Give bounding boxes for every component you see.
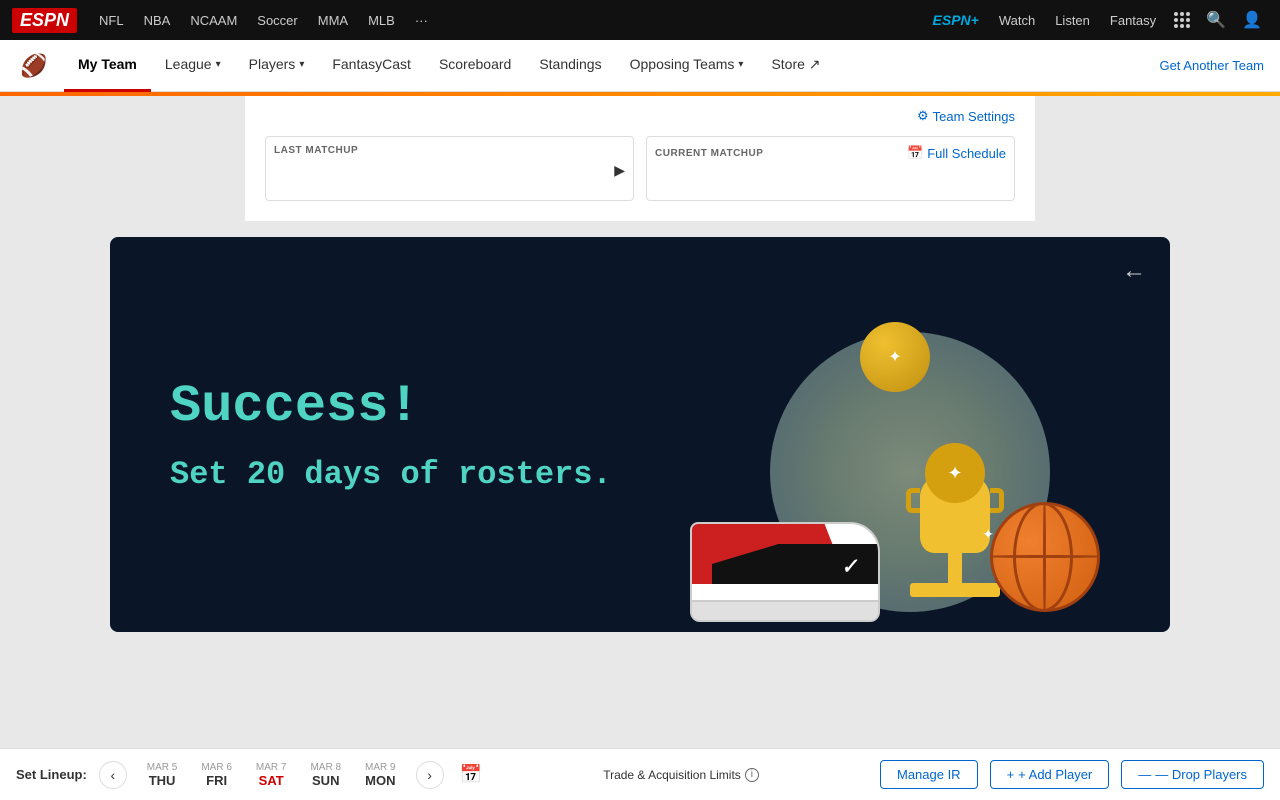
last-matchup-label: LAST MATCHUP [274,145,625,156]
trophy-base [910,583,1000,597]
listen-link[interactable]: Listen [1047,13,1098,28]
current-matchup-label: CURRENT MATCHUP [655,148,763,159]
sec-nav-league[interactable]: League ▾ [151,40,235,92]
full-schedule-link[interactable]: 📅 Full Schedule [907,145,1006,161]
team-logo-icon: 🏈 [16,48,52,84]
search-icon[interactable]: 🔍 [1200,10,1232,30]
last-matchup-box: LAST MATCHUP ▶ [265,136,634,201]
lineup-prev-button[interactable]: ‹ [99,761,127,789]
espn-logo[interactable]: ESPN [12,8,77,33]
top-nav-links: NFL NBA NCAAM Soccer MMA MLB ··· [89,0,929,40]
date-day-fri: FRI [206,773,227,788]
calendar-picker-icon[interactable]: 📅 [460,764,482,785]
sneaker-sole [692,600,878,620]
trophy-handle-left [906,488,920,513]
nav-nba[interactable]: NBA [134,0,181,40]
trophy-illustration [910,473,1000,602]
lineup-date-mon[interactable]: MAR 9 MON [357,760,404,790]
manage-ir-button[interactable]: Manage IR [880,760,978,789]
lineup-bar: Set Lineup: ‹ MAR 5 THU MAR 6 FRI MAR 7 … [0,748,1280,800]
date-day-sun: SUN [312,773,339,788]
lineup-dates: MAR 5 THU MAR 6 FRI MAR 7 SAT MAR 8 SUN … [139,760,404,790]
sneaker-illustration: ✓ [690,482,880,622]
lineup-date-thu[interactable]: MAR 5 THU [139,760,186,790]
nav-mma[interactable]: MMA [308,0,358,40]
get-another-team-link[interactable]: Get Another Team [1159,58,1264,73]
info-icon[interactable]: i [745,768,759,782]
nav-nfl[interactable]: NFL [89,0,134,40]
team-card: ⚙ Team Settings LAST MATCHUP ▶ CURRENT M… [245,96,1035,221]
sec-nav-standings[interactable]: Standings [525,40,615,92]
sec-nav-players[interactable]: Players ▾ [235,40,319,92]
basketball-curve [1013,502,1073,612]
lineup-bar-center: Trade & Acquisition Limits i [494,768,868,782]
gear-icon: ⚙ [917,108,929,124]
top-nav-right: ESPN+ Watch Listen Fantasy 🔍 👤 [933,10,1268,30]
watch-link[interactable]: Watch [991,13,1043,28]
current-matchup-box: CURRENT MATCHUP 📅 Full Schedule [646,136,1015,201]
date-month-sun: MAR 8 [310,762,341,773]
success-banner: Success! Set 20 days of rosters. ← [110,237,1170,632]
sec-nav-opposing-teams[interactable]: Opposing Teams ▾ [616,40,758,92]
success-text-area: Success! Set 20 days of rosters. [170,377,612,493]
basketball-illustration [990,502,1100,612]
small-trophy-ball [860,322,930,392]
sneaker-body: ✓ [690,522,880,622]
lineup-nav: ‹ [99,761,127,789]
success-title: Success! [170,377,612,436]
swoosh-icon: ✓ [840,553,859,579]
lineup-date-fri[interactable]: MAR 6 FRI [193,760,240,790]
main-content: ⚙ Team Settings LAST MATCHUP ▶ CURRENT M… [0,96,1280,632]
secondary-nav: 🏈 My Team League ▾ Players ▾ FantasyCast… [0,40,1280,92]
minus-icon: — [1138,767,1151,782]
nav-mlb[interactable]: MLB [358,0,405,40]
set-lineup-label: Set Lineup: [16,767,87,782]
date-day-sat: SAT [259,773,284,788]
user-icon[interactable]: 👤 [1236,10,1268,30]
trophy-handle-right [990,488,1004,513]
matchup-section: LAST MATCHUP ▶ CURRENT MATCHUP 📅 Full Sc… [265,136,1015,201]
chevron-down-icon: ▾ [299,59,304,70]
trophy-cup [920,473,990,553]
trophy-stem [948,553,962,583]
chevron-down-icon: ▾ [216,59,221,70]
chevron-down-icon: ▾ [738,59,743,70]
success-illustration: ✓ [670,292,1130,632]
lineup-nav-right: › [416,761,444,789]
sec-nav-scoreboard[interactable]: Scoreboard [425,40,525,92]
page-wrapper: ESPN NFL NBA NCAAM Soccer MMA MLB ··· ES… [0,0,1280,708]
success-subtitle: Set 20 days of rosters. [170,456,612,493]
top-nav: ESPN NFL NBA NCAAM Soccer MMA MLB ··· ES… [0,0,1280,40]
espn-plus[interactable]: ESPN+ [933,12,979,28]
fantasy-link[interactable]: Fantasy [1102,13,1164,28]
calendar-icon: 📅 [907,145,923,161]
date-month-thu: MAR 5 [147,762,178,773]
date-day-thu: THU [149,773,176,788]
trophy-handles [906,483,1004,523]
date-month-fri: MAR 6 [201,762,232,773]
date-month-mon: MAR 9 [365,762,396,773]
nav-soccer[interactable]: Soccer [247,0,307,40]
lineup-date-sat[interactable]: MAR 7 SAT [248,760,295,790]
grid-icon[interactable] [1174,12,1190,28]
team-settings-row: ⚙ Team Settings [265,108,1015,124]
lineup-next-button[interactable]: › [416,761,444,789]
date-month-sat: MAR 7 [256,762,287,773]
add-player-button[interactable]: + + Add Player [990,760,1110,789]
drop-players-button[interactable]: — — Drop Players [1121,760,1264,789]
sec-nav-fantasycast[interactable]: FantasyCast [318,40,425,92]
matchup-arrow: ▶ [274,162,625,179]
nav-ncaam[interactable]: NCAAM [180,0,247,40]
sec-nav-links: My Team League ▾ Players ▾ FantasyCast S… [64,40,835,91]
date-day-mon: MON [365,773,395,788]
lineup-date-sun[interactable]: MAR 8 SUN [302,760,349,790]
plus-icon: + [1007,767,1015,782]
sec-nav-my-team[interactable]: My Team [64,40,151,92]
team-settings-link[interactable]: ⚙ Team Settings [917,108,1015,124]
nav-more[interactable]: ··· [405,0,438,40]
sec-nav-store[interactable]: Store ↗ [757,40,834,92]
back-arrow-button[interactable]: ← [1122,257,1146,285]
trade-limits: Trade & Acquisition Limits i [603,768,759,782]
